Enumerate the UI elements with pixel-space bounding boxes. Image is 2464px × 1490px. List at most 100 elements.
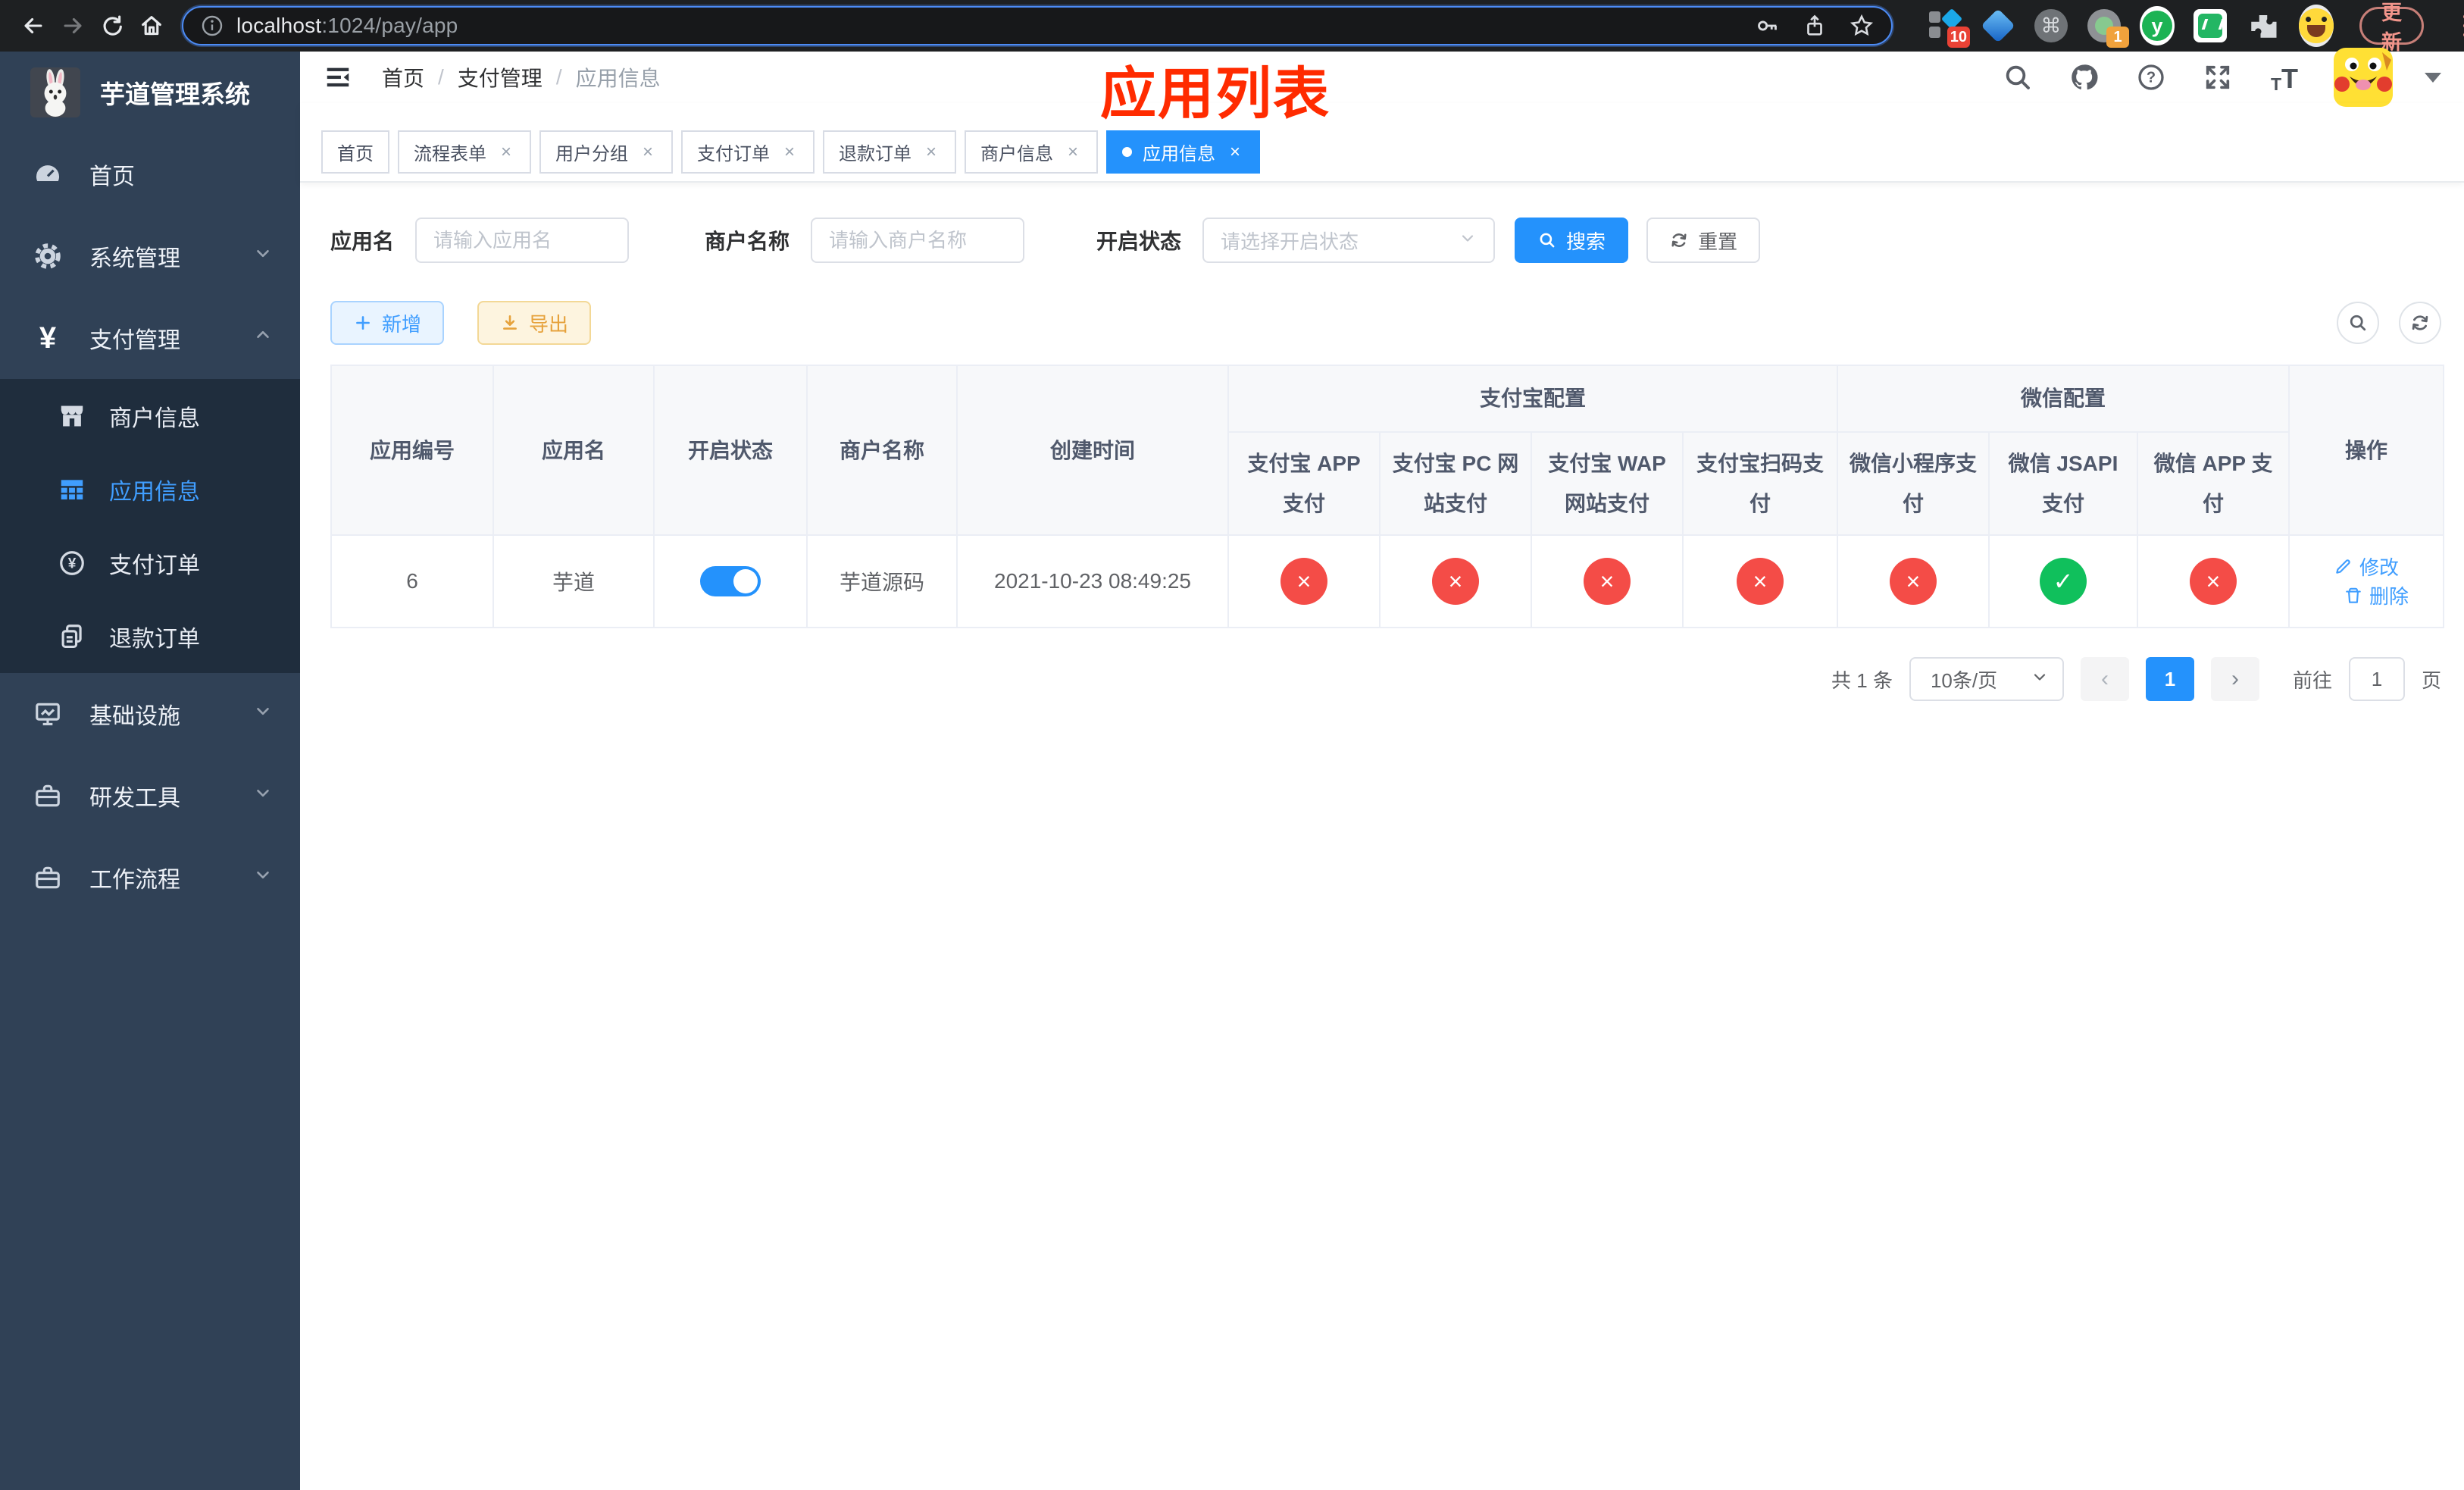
pencil-icon	[2336, 559, 2350, 574]
site-info-icon[interactable]	[200, 14, 224, 38]
status-toggle[interactable]	[700, 566, 761, 597]
sidebar-item-infrastructure[interactable]: 基础设施	[0, 673, 300, 755]
sidebar-item-label: 首页	[89, 164, 135, 189]
sidebar-item-dev-tools[interactable]: 研发工具	[0, 755, 300, 837]
edit-link[interactable]: 修改	[2334, 552, 2399, 581]
app-table: 应用编号 应用名 开启状态 商户名称 创建时间 支付宝配置 微信配置 操作 支付…	[330, 364, 2445, 629]
sidebar-item-home[interactable]: 首页	[0, 133, 300, 215]
alipay-wap-status-icon: ×	[1584, 558, 1631, 606]
sidebar-item-app-info[interactable]: 应用信息	[0, 452, 300, 526]
github-icon[interactable]	[2067, 60, 2102, 95]
sidebar-menu: 首页 系统管理 ¥ 支付管理 商户信息 应用信息 ¥ 支付订单 退款订单 基础设…	[0, 133, 300, 919]
close-icon[interactable]	[922, 142, 940, 163]
close-icon[interactable]	[780, 142, 799, 163]
sidebar-item-label: 基础设施	[89, 704, 180, 729]
chevron-down-icon	[2031, 668, 2049, 691]
extension-recorder-icon[interactable]: 1	[2087, 8, 2129, 48]
refresh-icon	[2412, 315, 2428, 330]
close-icon[interactable]	[497, 142, 515, 163]
close-icon[interactable]	[639, 142, 657, 163]
browser-home-button[interactable]	[132, 6, 171, 45]
chevron-down-icon	[1459, 229, 1477, 252]
page-number-button[interactable]: 1	[2145, 657, 2194, 702]
cell-app-id: 6	[330, 534, 494, 629]
close-icon[interactable]	[1064, 142, 1082, 163]
show-search-button[interactable]	[2337, 302, 2379, 344]
fullscreen-icon[interactable]	[2200, 60, 2235, 95]
url-text: localhost:1024/pay/app	[236, 14, 458, 37]
merchant-name-input[interactable]	[811, 218, 1025, 263]
share-icon[interactable]	[1802, 13, 1828, 39]
search-button[interactable]: 搜索	[1515, 218, 1629, 263]
help-icon[interactable]: ?	[2134, 60, 2169, 95]
close-icon[interactable]	[1226, 142, 1244, 163]
cell-status	[653, 534, 808, 629]
profile-avatar[interactable]	[2299, 5, 2334, 47]
sidebar-item-payment[interactable]: ¥ 支付管理	[0, 297, 300, 379]
extension-badge: 1	[2106, 27, 2129, 48]
extension-y-icon[interactable]: y	[2140, 6, 2175, 45]
sidebar: 芋道管理系统 首页 系统管理 ¥ 支付管理 商户信息 应用信息 ¥ 支付订单 退…	[0, 52, 300, 1490]
prev-page-button[interactable]	[2080, 657, 2129, 702]
extension-chat-icon[interactable]	[2193, 8, 2228, 43]
col-header-alipay-app: 支付宝 APP 支付	[1227, 430, 1381, 537]
tab-app-info[interactable]: 应用信息	[1106, 130, 1260, 174]
sidebar-item-refund-order[interactable]: 退款订单	[0, 599, 300, 673]
app-name-input[interactable]	[415, 218, 630, 263]
tab-pay-order[interactable]: 支付订单	[681, 130, 815, 174]
store-icon	[58, 402, 86, 430]
breadcrumb-payment[interactable]: 支付管理	[458, 62, 543, 92]
sidebar-item-merchant-info[interactable]: 商户信息	[0, 379, 300, 452]
browser-reload-button[interactable]	[92, 6, 132, 45]
font-size-icon[interactable]: TT	[2267, 60, 2302, 95]
browser-menu-icon[interactable]	[2460, 11, 2464, 40]
browser-back-button[interactable]	[14, 6, 53, 45]
export-button[interactable]: 导出	[477, 301, 592, 345]
extension-command-icon[interactable]	[2034, 8, 2068, 43]
tab-refund-order[interactable]: 退款订单	[823, 130, 956, 174]
add-button[interactable]: 新增	[330, 301, 445, 345]
browser-update-button[interactable]: 更新	[2359, 2, 2424, 54]
breadcrumb-home[interactable]: 首页	[382, 62, 424, 92]
sidebar-item-workflow[interactable]: 工作流程	[0, 837, 300, 919]
page-size-select[interactable]: 10条/页	[1909, 657, 2064, 702]
password-key-icon[interactable]	[1755, 13, 1781, 39]
delete-link[interactable]: 删除	[2344, 581, 2409, 609]
wx-jsapi-status-icon: ✓	[2040, 558, 2087, 606]
extension-pin-icon[interactable]: 10	[1928, 8, 1970, 48]
tab-home[interactable]: 首页	[321, 130, 389, 174]
avatar-dropdown-caret-icon[interactable]	[2425, 72, 2441, 83]
user-avatar[interactable]	[2334, 48, 2393, 107]
tab-merchant-info[interactable]: 商户信息	[965, 130, 1098, 174]
extension-gem-icon[interactable]	[1981, 8, 2015, 43]
page-suffix-label: 页	[2421, 668, 2441, 692]
goto-page-input[interactable]	[2348, 657, 2405, 702]
tab-user-group[interactable]: 用户分组	[539, 130, 673, 174]
sidebar-item-system[interactable]: 系统管理	[0, 215, 300, 297]
download-icon	[503, 315, 517, 330]
next-page-button[interactable]	[2210, 657, 2259, 702]
cell-created: 2021-10-23 08:49:25	[956, 534, 1229, 629]
sidebar-item-label: 应用信息	[109, 479, 200, 505]
plus-icon	[356, 316, 370, 330]
sidebar-submenu-payment: 商户信息 应用信息 ¥ 支付订单 退款订单	[0, 379, 300, 673]
toolbox-icon	[32, 780, 64, 812]
refresh-icon	[1671, 233, 1687, 247]
tab-process-form[interactable]: 流程表单	[398, 130, 531, 174]
group-header-wechat: 微信配置	[1837, 365, 2290, 433]
svg-text:?: ?	[2147, 70, 2156, 86]
sidebar-collapse-icon[interactable]	[321, 61, 355, 94]
search-icon[interactable]	[2000, 60, 2035, 95]
extensions-puzzle-icon[interactable]	[2246, 8, 2281, 43]
browser-forward-button[interactable]	[53, 6, 92, 45]
alipay-app-status-icon: ×	[1280, 558, 1327, 606]
sidebar-item-pay-order[interactable]: ¥ 支付订单	[0, 526, 300, 599]
bookmark-star-icon[interactable]	[1849, 13, 1875, 39]
reset-button[interactable]: 重置	[1646, 218, 1761, 263]
status-select[interactable]: 请选择开启状态	[1202, 218, 1496, 263]
sidebar-item-label: 系统管理	[89, 246, 180, 271]
address-bar[interactable]: localhost:1024/pay/app	[182, 6, 1893, 45]
active-dot-icon	[1122, 147, 1132, 157]
refresh-table-button[interactable]	[2399, 302, 2441, 344]
col-header-created: 创建时间	[956, 364, 1229, 537]
